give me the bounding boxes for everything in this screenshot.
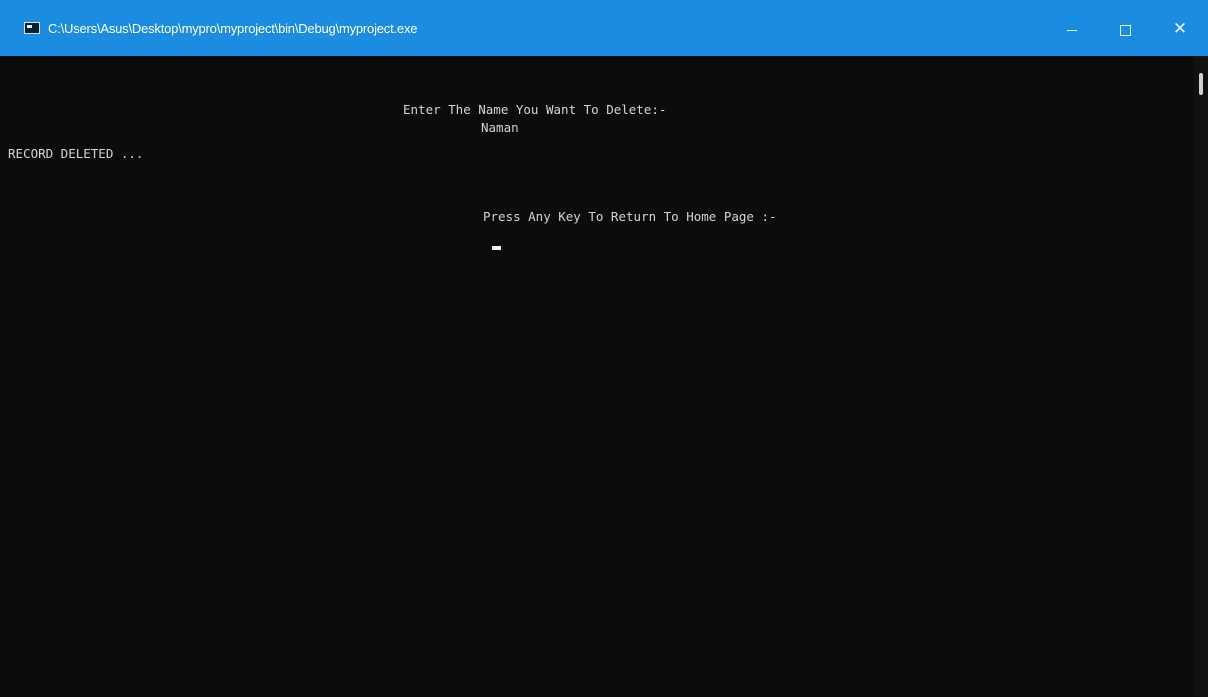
close-icon: ✕ [1172, 19, 1188, 38]
minimize-button[interactable] [1052, 14, 1092, 44]
window-title: C:\Users\Asus\Desktop\mypro\myproject\bi… [48, 21, 418, 36]
record-deleted-message: RECORD DELETED ... [8, 146, 144, 161]
scrollbar-thumb[interactable] [1199, 73, 1203, 95]
return-home-prompt: Press Any Key To Return To Home Page :- [483, 209, 777, 224]
close-button[interactable]: ✕ [1160, 14, 1200, 44]
console-window: C:\Users\Asus\Desktop\mypro\myproject\bi… [0, 0, 1208, 697]
entered-name-text: Naman [481, 120, 519, 135]
delete-prompt-text: Enter The Name You Want To Delete:- [403, 102, 667, 117]
vertical-scrollbar[interactable] [1194, 56, 1208, 697]
console-output[interactable]: Enter The Name You Want To Delete:- Nama… [0, 56, 1194, 697]
maximize-icon [1119, 24, 1131, 36]
text-cursor [492, 246, 501, 250]
minimize-icon [1067, 29, 1077, 31]
console-window-icon[interactable] [24, 22, 40, 34]
title-bar[interactable]: C:\Users\Asus\Desktop\mypro\myproject\bi… [0, 0, 1208, 56]
maximize-button[interactable] [1105, 14, 1145, 44]
